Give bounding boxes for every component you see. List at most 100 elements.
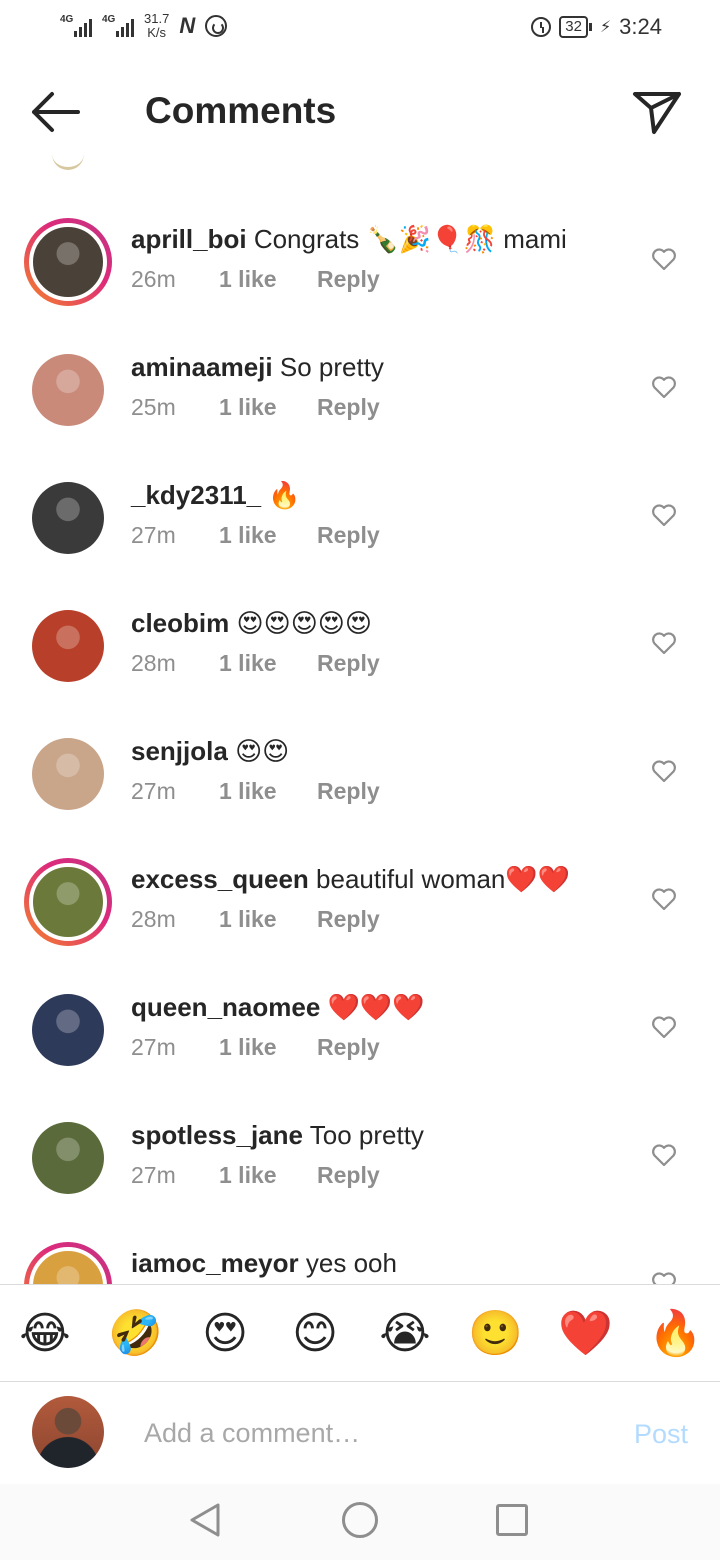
comment-username[interactable]: excess_queen [131, 864, 309, 894]
avatar-story-ring[interactable] [24, 218, 112, 306]
comment-row[interactable]: aprill_boi Congrats 🍾🎉🎈🎊 mami 26m 1 like Re… [0, 190, 720, 318]
comment-row[interactable]: spotless_jane Too pretty 27m 1 like Reply [0, 1086, 720, 1214]
comment-time: 28m [131, 650, 176, 676]
comment-likes[interactable]: 1 like [219, 394, 317, 421]
comment-likes[interactable]: 1 like [219, 778, 317, 805]
avatar[interactable] [29, 1247, 107, 1284]
comment-likes[interactable]: 1 like [219, 522, 317, 549]
reply-button[interactable]: Reply [317, 394, 380, 421]
like-heart-icon[interactable] [651, 1015, 677, 1039]
emoji-bar: 😂 🤣 😍 😊 😭 🙂 ❤️ 🔥 [0, 1284, 720, 1382]
comment-username[interactable]: cleobim [131, 608, 229, 638]
comment-input[interactable] [144, 1413, 604, 1453]
comment-row[interactable]: cleobim 😍😍😍😍😍 28m 1 like Reply [0, 574, 720, 702]
comment-meta: 28m 1 like Reply [131, 650, 380, 677]
post-button[interactable]: Post [634, 1419, 688, 1450]
reply-button[interactable]: Reply [317, 906, 380, 933]
reply-button[interactable]: Reply [317, 650, 380, 677]
comment-row[interactable]: iamoc_meyor yes ooh [0, 1214, 720, 1284]
alarm-icon [531, 17, 552, 37]
like-heart-icon[interactable] [651, 375, 677, 399]
comment-username[interactable]: _kdy2311_ [131, 480, 261, 510]
status-bar: 4G 4G 31.7 K/s N 32 ⚡ 3:24 [0, 0, 720, 56]
fire-emoji[interactable]: 🔥 [648, 1307, 703, 1361]
comment-body: 😍😍 [235, 736, 290, 766]
avatar-story-ring[interactable] [24, 858, 112, 946]
comment-username[interactable]: aminaameji [131, 352, 273, 382]
avatar-story-ring[interactable] [24, 1242, 112, 1284]
tears-of-joy-emoji[interactable]: 😂 [18, 1307, 72, 1361]
comment-composer: Post [0, 1383, 720, 1483]
avatar[interactable] [32, 738, 104, 810]
reply-button[interactable]: Reply [317, 522, 380, 549]
like-heart-icon[interactable] [651, 759, 677, 783]
slight-smile-emoji[interactable]: 🙂 [468, 1307, 523, 1361]
system-nav-bar [0, 1484, 720, 1560]
comment-username[interactable]: iamoc_meyor [131, 1248, 299, 1278]
avatar[interactable] [29, 223, 107, 301]
header: Comments [0, 70, 720, 156]
loudly-crying-emoji[interactable]: 😭 [378, 1307, 432, 1361]
avatar-wrapper[interactable] [24, 1114, 112, 1202]
avatar[interactable] [32, 1122, 104, 1194]
comment-likes[interactable]: 1 like [219, 1034, 317, 1061]
like-heart-icon[interactable] [651, 631, 677, 655]
like-heart-icon[interactable] [651, 1271, 677, 1284]
speed-value: 31.7 [144, 11, 170, 26]
comment-likes[interactable]: 1 like [219, 266, 317, 293]
notification-n-icon: N [179, 13, 196, 38]
smiling-eyes-emoji[interactable]: 😊 [288, 1307, 342, 1361]
comment-row[interactable]: aminaameji So pretty 25m 1 like Reply [0, 318, 720, 446]
reply-button[interactable]: Reply [317, 1162, 380, 1189]
avatar-wrapper[interactable] [24, 730, 112, 818]
partial-avatar [52, 150, 84, 170]
reply-button[interactable]: Reply [317, 778, 380, 805]
comment-time: 28m [131, 906, 176, 932]
comment-body: beautiful woman❤️❤️ [316, 864, 571, 894]
reply-button[interactable]: Reply [317, 1034, 380, 1061]
comment-row[interactable]: queen_naomee ❤️❤️❤️ 27m 1 like Reply [0, 958, 720, 1086]
speed-unit: K/s [147, 25, 167, 40]
comment-likes[interactable]: 1 like [219, 1162, 317, 1189]
comment-meta: 27m 1 like Reply [131, 1034, 380, 1061]
red-heart-emoji[interactable]: ❤️ [558, 1307, 613, 1361]
avatar[interactable] [32, 482, 104, 554]
comment-text: spotless_jane Too pretty [131, 1118, 424, 1152]
nav-home-icon[interactable] [342, 1502, 378, 1538]
rofl-emoji[interactable]: 🤣 [108, 1307, 163, 1361]
comment-username[interactable]: spotless_jane [131, 1120, 303, 1150]
signal-icon-2: 4G [102, 15, 134, 37]
comment-time: 27m [131, 522, 176, 548]
comment-row[interactable]: senjjola 😍😍 27m 1 like Reply [0, 702, 720, 830]
comment-username[interactable]: senjjola [131, 736, 228, 766]
direct-send-icon[interactable] [632, 90, 682, 136]
like-heart-icon[interactable] [651, 1143, 677, 1167]
like-heart-icon[interactable] [651, 247, 677, 271]
avatar[interactable] [32, 354, 104, 426]
comment-row[interactable]: _kdy2311_ 🔥 27m 1 like Reply [0, 446, 720, 574]
like-heart-icon[interactable] [651, 503, 677, 527]
heart-eyes-emoji[interactable]: 😍 [198, 1307, 252, 1361]
reply-button[interactable]: Reply [317, 266, 380, 293]
comment-username[interactable]: queen_naomee [131, 992, 320, 1022]
avatar-wrapper[interactable] [24, 346, 112, 434]
comment-body: So pretty [279, 352, 384, 382]
comment-row[interactable]: excess_queen beautiful woman❤️❤️ 28m 1 lik… [0, 830, 720, 958]
avatar-wrapper[interactable] [24, 602, 112, 690]
avatar-wrapper[interactable] [24, 474, 112, 562]
comments-list[interactable]: aprill_boi Congrats 🍾🎉🎈🎊 mami 26m 1 like Re… [0, 190, 720, 1284]
comment-username[interactable]: aprill_boi [131, 224, 247, 254]
network-type-1: 4G [60, 14, 74, 25]
comment-likes[interactable]: 1 like [219, 650, 317, 677]
avatar[interactable] [32, 994, 104, 1066]
nav-recents-icon[interactable] [496, 1504, 528, 1536]
nav-back-icon[interactable] [188, 1502, 222, 1538]
whatsapp-icon [205, 15, 228, 37]
comment-likes[interactable]: 1 like [219, 906, 317, 933]
comment-text: aprill_boi Congrats 🍾🎉🎈🎊 mami [131, 222, 567, 256]
avatar[interactable] [32, 610, 104, 682]
back-arrow-icon[interactable] [30, 90, 82, 134]
like-heart-icon[interactable] [651, 887, 677, 911]
avatar[interactable] [29, 863, 107, 941]
avatar-wrapper[interactable] [24, 986, 112, 1074]
